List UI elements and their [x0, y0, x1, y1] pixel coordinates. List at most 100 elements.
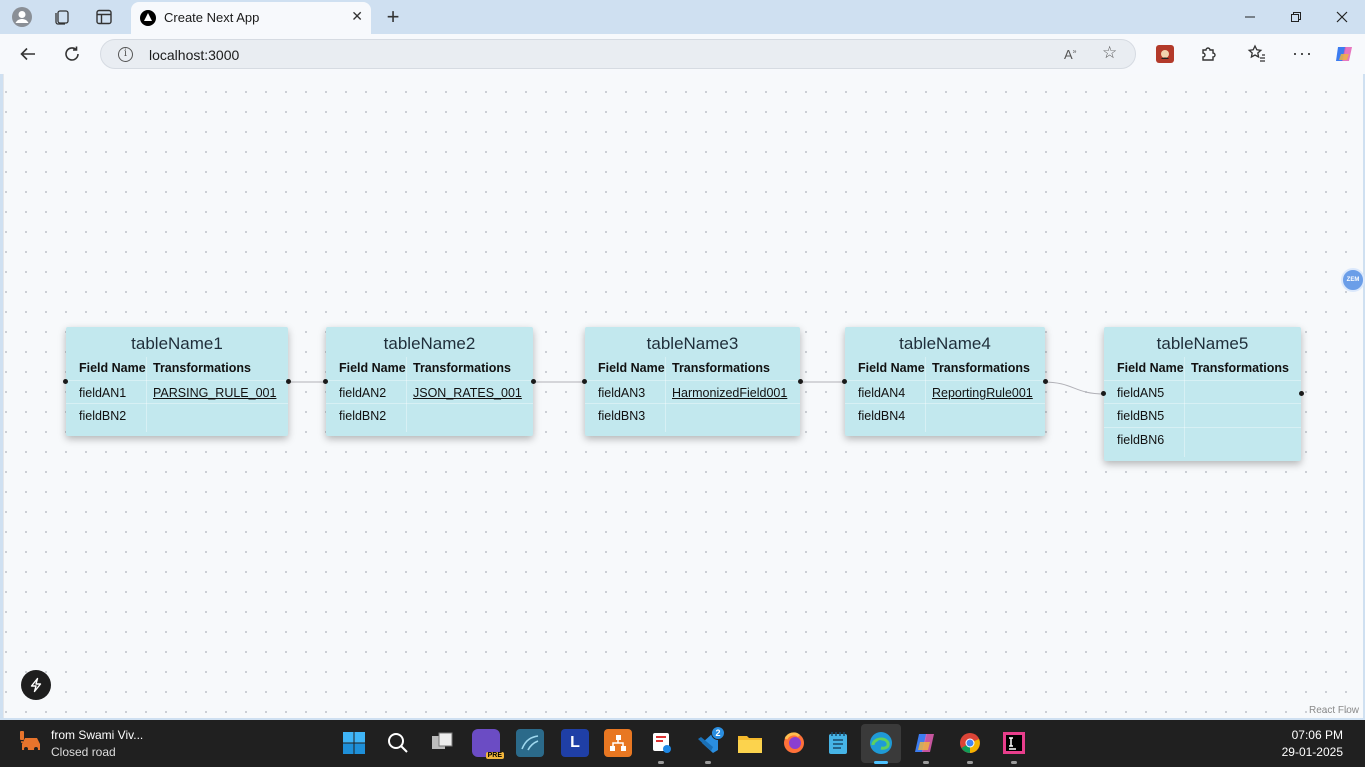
running-indicator — [705, 761, 711, 764]
field-name-cell: fieldBN6 — [1117, 433, 1165, 447]
close-window-icon[interactable] — [1319, 4, 1365, 30]
table-node-5[interactable]: tableName5 Field Name Transformations fi… — [1101, 327, 1304, 461]
power-apps-icon[interactable]: PRE — [472, 729, 504, 759]
source-handle[interactable] — [798, 379, 803, 384]
target-handle[interactable] — [842, 379, 847, 384]
field-name-cell: fieldBN4 — [858, 409, 906, 423]
transformations-header: Transformations — [932, 361, 1030, 375]
field-name-header: Field Name — [339, 361, 406, 375]
table-title: tableName4 — [899, 334, 991, 353]
field-name-cell: fieldBN2 — [79, 409, 127, 423]
transformations-header: Transformations — [1191, 361, 1289, 375]
vertical-tabs-icon[interactable] — [92, 5, 116, 29]
clock-date[interactable]: 29-01-2025 — [1282, 745, 1343, 759]
url-text: localhost:3000 — [149, 47, 240, 63]
devtools-bolt-button[interactable] — [21, 670, 51, 700]
favorite-star-icon[interactable]: ☆ — [1102, 43, 1117, 63]
transformation-link[interactable]: JSON_RATES_001 — [413, 386, 522, 400]
edge-4-5[interactable] — [1042, 381, 1105, 395]
running-indicator — [658, 761, 664, 764]
zem-extension-badge[interactable]: ZEM — [1341, 268, 1365, 292]
table-node-3[interactable]: tableName3 Field Name Transformations fi… — [582, 327, 803, 436]
running-indicator — [923, 761, 929, 764]
field-name-header: Field Name — [858, 361, 925, 375]
target-handle[interactable] — [1101, 391, 1106, 396]
browser-tab-bar: Create Next App ✕ + — [0, 0, 1365, 34]
more-menu-icon[interactable]: ··· — [1292, 43, 1313, 64]
table-title: tableName2 — [383, 334, 476, 353]
transformation-link[interactable]: PARSING_RULE_001 — [153, 386, 276, 400]
extension-icon[interactable] — [1156, 45, 1174, 63]
react-flow-attribution[interactable]: React Flow — [1309, 705, 1359, 716]
field-name-header: Field Name — [79, 361, 146, 375]
transformation-link[interactable]: ReportingRule001 — [932, 386, 1033, 400]
snipping-tool-icon[interactable] — [648, 729, 676, 757]
file-explorer-icon[interactable] — [736, 729, 764, 757]
site-info-icon[interactable]: i — [118, 47, 133, 62]
table-title: tableName1 — [131, 334, 223, 353]
extensions-puzzle-icon[interactable] — [1199, 44, 1219, 69]
transformations-header: Transformations — [153, 361, 251, 375]
close-tab-icon[interactable]: ✕ — [351, 8, 363, 25]
table-title: tableName3 — [646, 334, 739, 353]
network-app-icon[interactable] — [604, 729, 632, 757]
road-closed-car-icon[interactable] — [17, 728, 45, 756]
favorites-icon[interactable] — [1247, 44, 1267, 69]
running-indicator — [1011, 761, 1017, 764]
refresh-icon[interactable] — [59, 42, 85, 66]
notepad-icon[interactable] — [824, 729, 852, 757]
windows-taskbar: from Swami Viv... Closed road PRE L 2 07… — [0, 720, 1365, 767]
vscode-icon[interactable]: 2 — [694, 726, 725, 757]
field-name-cell: fieldAN1 — [79, 386, 127, 400]
field-name-cell: fieldBN3 — [598, 409, 646, 423]
react-flow-canvas[interactable]: tableName1 Field Name Transformations fi… — [3, 74, 1365, 718]
table-node-1[interactable]: tableName1 Field Name Transformations fi… — [63, 327, 291, 436]
target-handle[interactable] — [323, 379, 328, 384]
read-aloud-icon[interactable]: A» — [1064, 47, 1077, 62]
source-handle[interactable] — [1299, 391, 1304, 396]
transformations-header: Transformations — [672, 361, 770, 375]
source-handle[interactable] — [286, 379, 291, 384]
table-node-2[interactable]: tableName2 Field Name Transformations fi… — [323, 327, 536, 436]
source-handle[interactable] — [531, 379, 536, 384]
browser-toolbar: i localhost:3000 A» ☆ ··· — [0, 34, 1365, 74]
browser-tab[interactable]: Create Next App ✕ — [131, 2, 371, 34]
new-tab-icon[interactable]: + — [381, 4, 405, 29]
l-app-icon[interactable]: L — [561, 729, 589, 757]
target-handle[interactable] — [63, 379, 68, 384]
clock-time[interactable]: 07:06 PM — [1292, 728, 1343, 742]
nextjs-favicon-icon — [140, 10, 156, 26]
copilot-icon[interactable] — [1333, 43, 1355, 70]
chrome-icon[interactable] — [956, 729, 984, 757]
address-bar[interactable]: i localhost:3000 A» ☆ — [100, 39, 1136, 69]
field-name-cell: fieldAN4 — [858, 386, 906, 400]
restore-icon[interactable] — [1273, 4, 1319, 30]
target-handle[interactable] — [582, 379, 587, 384]
mysql-workbench-icon[interactable] — [516, 729, 544, 757]
table-node-4[interactable]: tableName4 Field Name Transformations fi… — [842, 327, 1048, 436]
intellij-icon[interactable] — [1000, 729, 1028, 757]
task-view-icon[interactable] — [428, 729, 456, 757]
field-name-cell: fieldAN3 — [598, 386, 646, 400]
news-title[interactable]: from Swami Viv... — [51, 728, 143, 742]
edge-icon[interactable] — [867, 729, 895, 757]
back-icon[interactable] — [15, 42, 41, 66]
active-indicator — [874, 761, 888, 764]
firefox-icon[interactable] — [780, 729, 808, 757]
copilot-app-icon[interactable] — [912, 729, 940, 757]
workspaces-icon[interactable] — [50, 5, 74, 29]
profile-icon[interactable] — [10, 5, 34, 29]
source-handle[interactable] — [1043, 379, 1048, 384]
field-name-cell: fieldAN5 — [1117, 386, 1165, 400]
transformation-link[interactable]: HarmonizedField001 — [672, 386, 787, 400]
start-icon[interactable] — [340, 729, 368, 757]
running-indicator — [967, 761, 973, 764]
field-name-cell: fieldBN2 — [339, 409, 387, 423]
tab-title: Create Next App — [164, 10, 260, 25]
search-icon[interactable] — [384, 729, 412, 757]
minimize-icon[interactable] — [1227, 4, 1273, 30]
field-name-header: Field Name — [598, 361, 665, 375]
transformations-header: Transformations — [413, 361, 511, 375]
news-subtitle: Closed road — [51, 745, 116, 759]
notification-badge: 2 — [711, 726, 725, 740]
